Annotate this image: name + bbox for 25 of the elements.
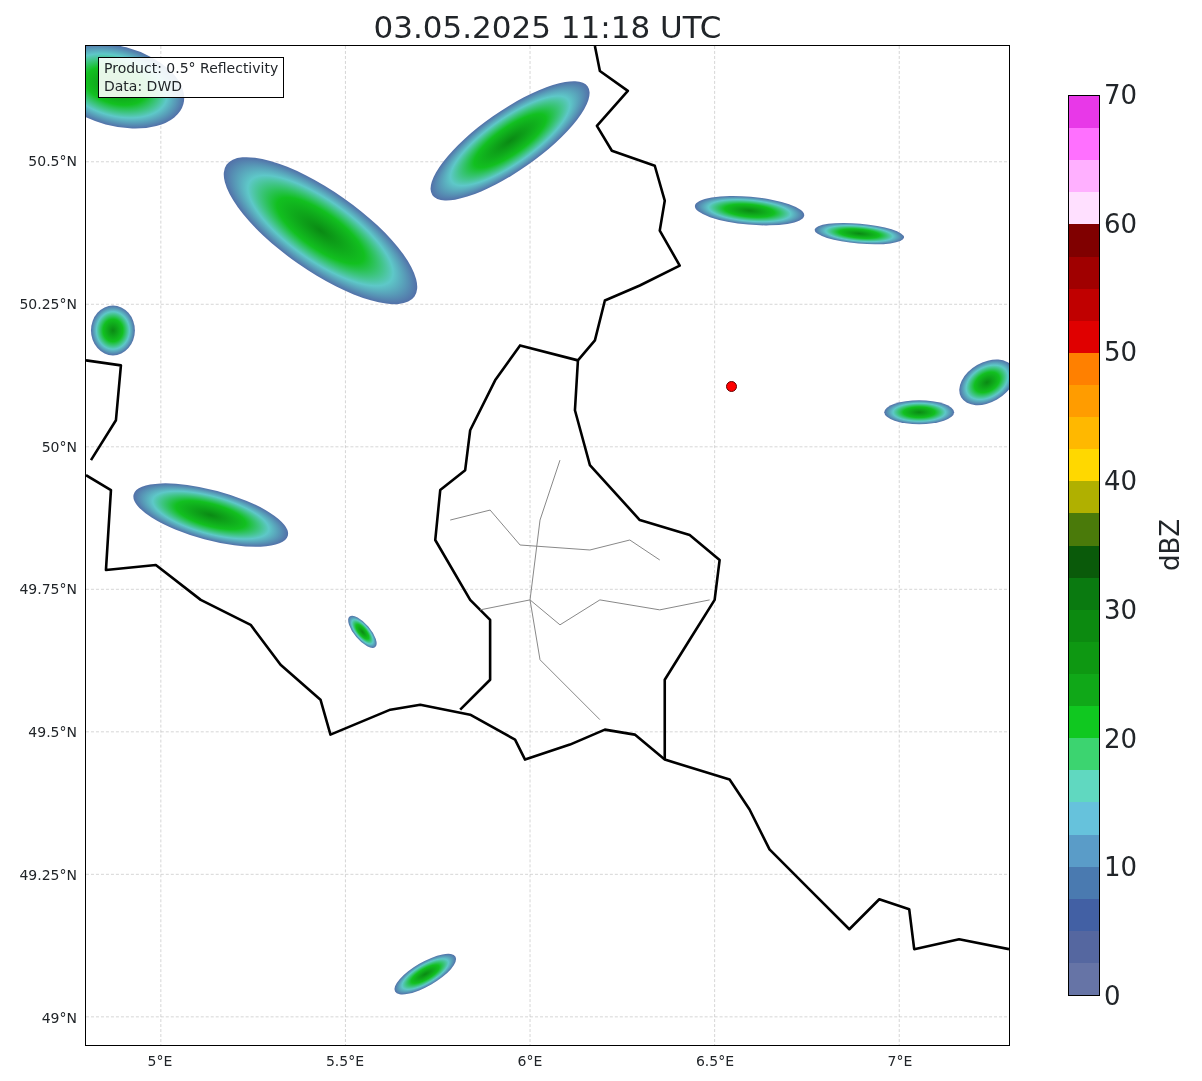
latitude-label: 50.25°N (19, 294, 77, 314)
latitude-label: 49.5°N (28, 722, 77, 742)
latitude-label: 49°N (41, 1008, 77, 1028)
longitude-label: 6.5°E (695, 1052, 735, 1071)
latitude-label: 50.5°N (28, 151, 77, 171)
latitude-label: 49.25°N (19, 865, 77, 885)
scale-tick-label: 60 (1104, 210, 1138, 237)
scale-tick-label: 30 (1104, 596, 1138, 623)
longitude-label: 5.5°E (325, 1052, 365, 1071)
latitude-label: 50°N (41, 437, 77, 457)
longitude-label: 6°E (517, 1052, 543, 1071)
scale-tick-label: 50 (1104, 339, 1138, 366)
chart-title: 03.05.2025 11:18 UTC (373, 12, 722, 43)
scale-tick-label: 20 (1104, 725, 1138, 752)
longitude-label: 7°E (887, 1052, 913, 1071)
scale-tick-label: 40 (1104, 468, 1138, 495)
scale-tick-label: 70 (1104, 82, 1138, 108)
info-text: Data: DWD (104, 77, 183, 95)
radar-site-icon (726, 381, 737, 392)
longitude-label: 5°E (147, 1052, 173, 1071)
info-text: Product: 0.5° Reflectivity (104, 60, 279, 78)
scale-tick-label: 0 (1104, 983, 1121, 1009)
scale-unit-label: dBZ (1153, 518, 1186, 572)
latitude-label: 49.75°N (19, 579, 77, 599)
scale-tick-label: 10 (1104, 854, 1138, 881)
